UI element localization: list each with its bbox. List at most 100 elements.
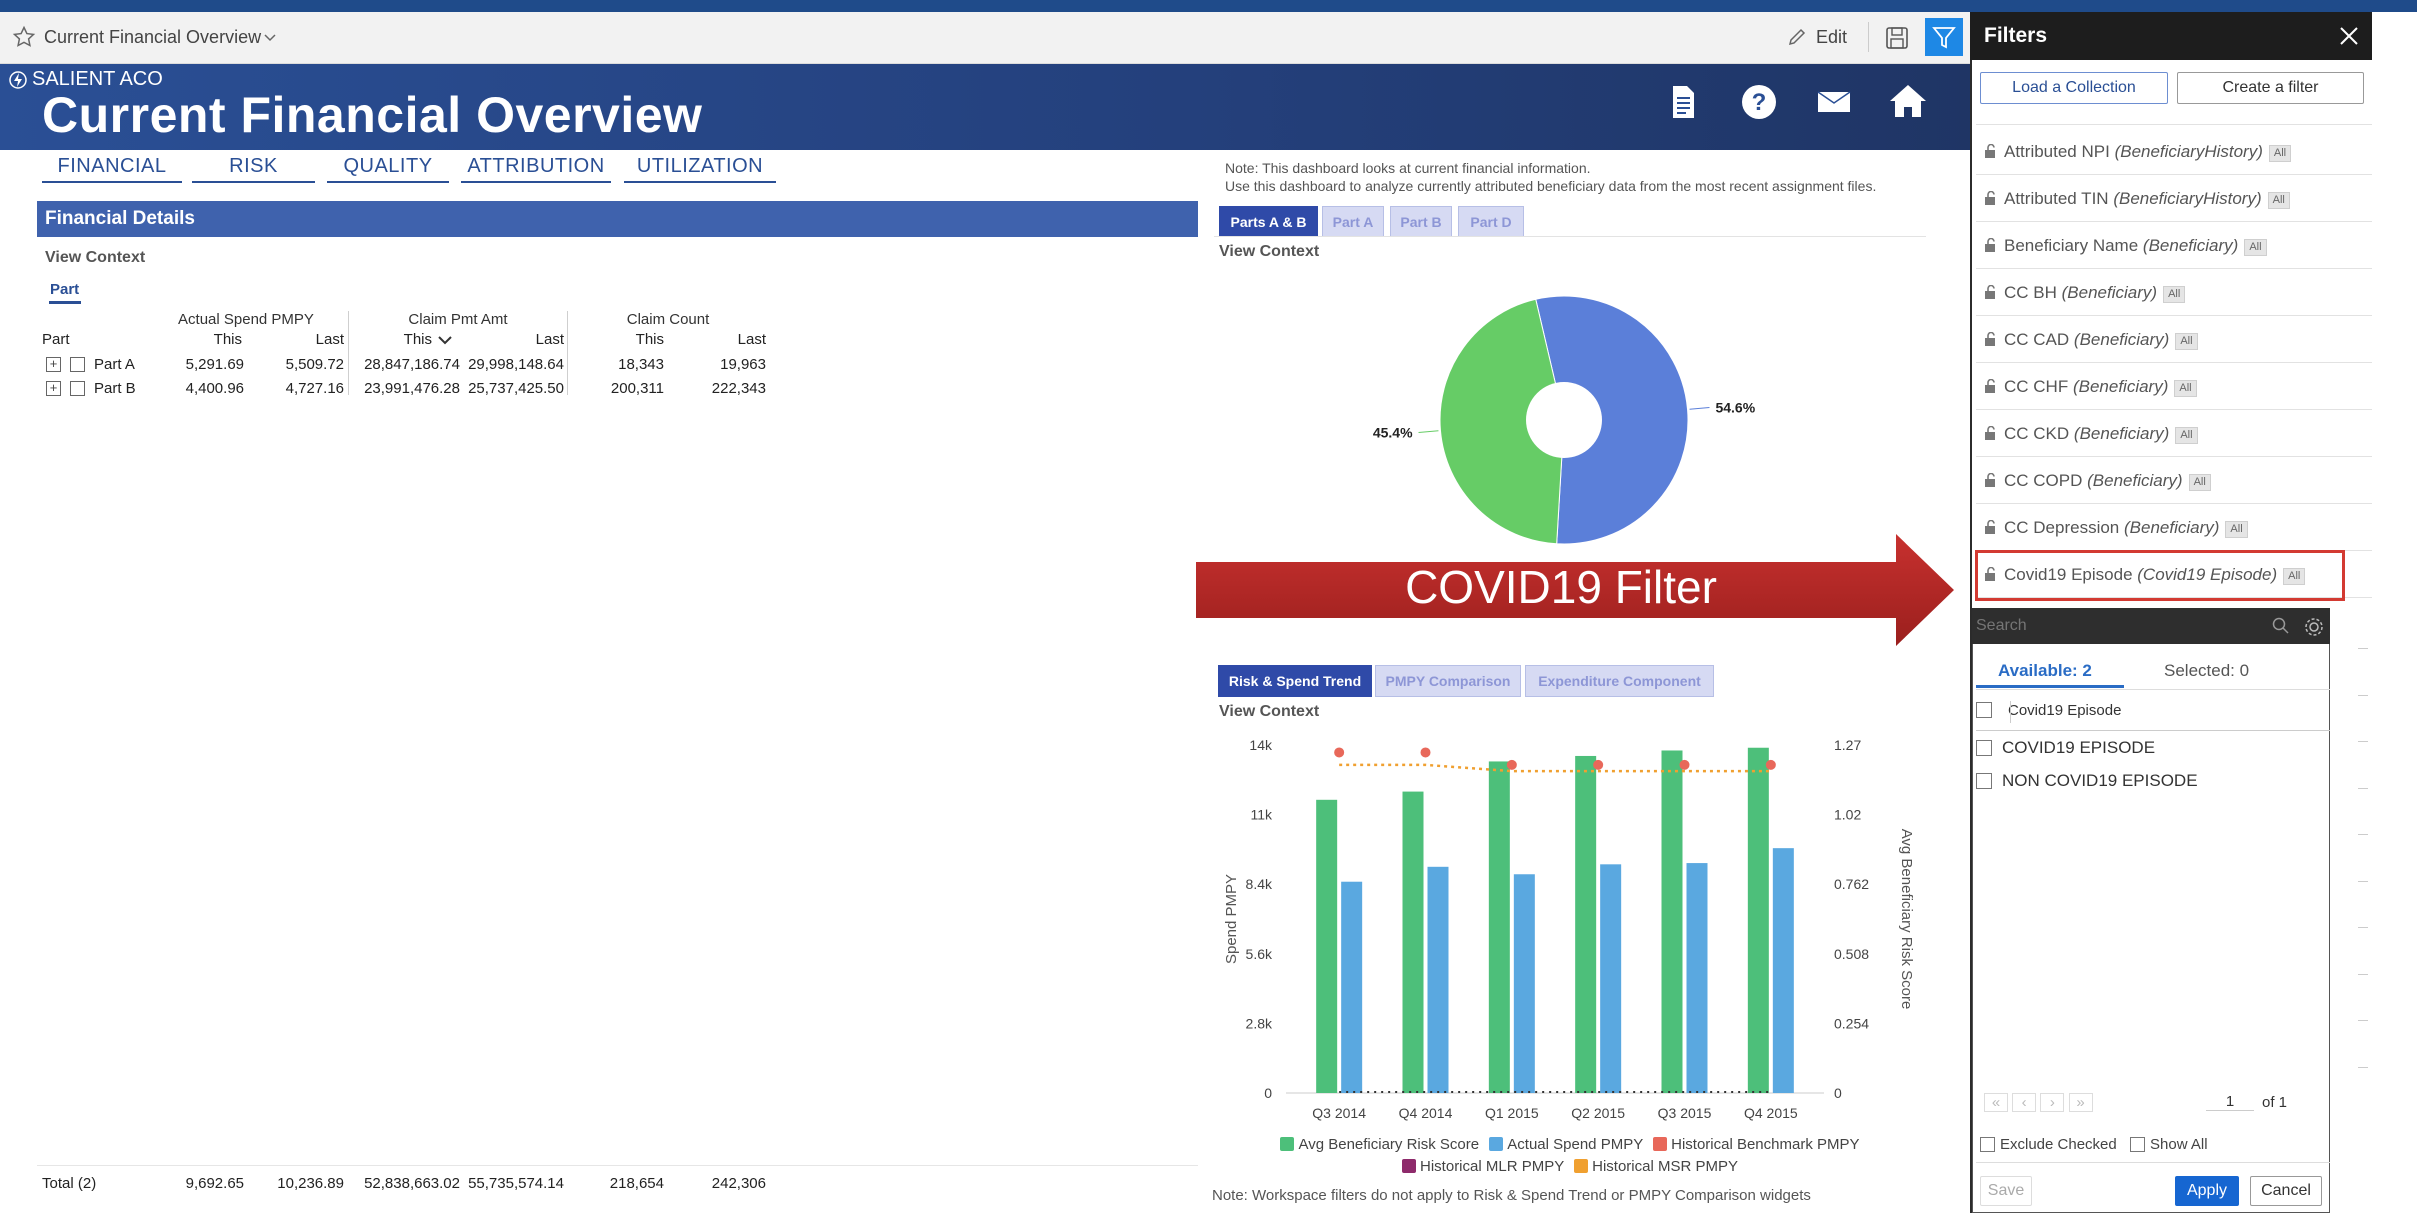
risk-score-bar [1316, 799, 1338, 1093]
apply-button[interactable]: Apply [2175, 1176, 2239, 1206]
option-checkbox[interactable] [1976, 773, 1992, 789]
option-covid19-episode[interactable]: COVID19 EPISODE [1976, 738, 2330, 758]
tab-divider [1976, 689, 2330, 690]
part-a-checkbox[interactable] [70, 357, 85, 372]
col-count-last[interactable]: Last [700, 331, 766, 348]
legend-item[interactable]: Avg Beneficiary Risk Score [1280, 1136, 1479, 1153]
option-non-covid19-episode[interactable]: NON COVID19 EPISODE [1976, 771, 2330, 791]
help-icon[interactable]: ? [1737, 80, 1781, 124]
available-tab[interactable]: Available: 2 [1998, 661, 2092, 681]
favorite-star-icon[interactable] [12, 25, 36, 49]
total-cell: 55,735,574.14 [468, 1175, 564, 1192]
divider-tick [2358, 974, 2368, 975]
dashboard-title-dropdown[interactable]: Current Financial Overview [44, 27, 261, 48]
filter-source: (Beneficiary) [2073, 330, 2170, 349]
create-filter-button[interactable]: Create a filter [2177, 72, 2364, 104]
y2-tick-label: 0.508 [1834, 946, 1869, 962]
filter-item[interactable]: CC COPD (Beneficiary) All [1976, 457, 2372, 504]
pie-view-context: View Context [1219, 243, 1320, 260]
tab-part-d[interactable]: Part D [1458, 206, 1524, 238]
search-icon[interactable] [2271, 616, 2291, 636]
gear-icon[interactable] [2303, 616, 2325, 638]
filter-item[interactable]: Attributed TIN (BeneficiaryHistory) All [1976, 175, 2372, 222]
chevron-down-icon[interactable] [262, 29, 278, 45]
filter-all-tag: All [2225, 521, 2248, 538]
total-label: Total (2) [42, 1175, 97, 1192]
risk-score-bar [1402, 791, 1424, 1093]
filter-item[interactable]: Attributed NPI (BeneficiaryHistory) All [1976, 128, 2372, 175]
page-input[interactable]: 1 [2206, 1093, 2254, 1111]
col-count-this[interactable]: This [600, 331, 664, 348]
filter-item[interactable]: CC Depression (Beneficiary) All [1976, 504, 2372, 551]
mail-icon[interactable] [1812, 80, 1856, 124]
col-pmt-last[interactable]: Last [480, 331, 564, 348]
filter-item[interactable]: CC BH (Beneficiary) All [1976, 269, 2372, 316]
select-all-checkbox[interactable] [1976, 702, 1992, 718]
expand-part-b-button[interactable]: + [46, 381, 61, 396]
edit-button[interactable]: Edit [1816, 27, 1847, 48]
next-page-button[interactable]: › [2040, 1093, 2065, 1112]
tab-part-a[interactable]: Part A [1322, 206, 1384, 238]
load-collection-button[interactable]: Load a Collection [1980, 72, 2168, 104]
show-all-option[interactable]: Show All [2130, 1136, 2208, 1153]
lock-icon [1984, 176, 1999, 205]
lock-icon [1984, 364, 1999, 393]
exclude-checked-option[interactable]: Exclude Checked [1980, 1136, 2117, 1153]
filter-toggle-button[interactable] [1925, 18, 1963, 56]
filters-header: Filters [1970, 12, 2372, 60]
part-b-checkbox[interactable] [70, 381, 85, 396]
tab-risk[interactable]: RISK [192, 155, 315, 183]
divider-tick [2358, 648, 2368, 649]
document-icon[interactable] [1661, 80, 1705, 124]
col-divider [348, 311, 349, 395]
tab-expenditure-component[interactable]: Expenditure Component [1525, 665, 1714, 697]
legend-item[interactable]: Historical MLR PMPY [1402, 1158, 1564, 1175]
pencil-icon[interactable] [1786, 26, 1808, 48]
y-tick-label: 8.4k [1246, 876, 1273, 892]
tab-part-b[interactable]: Part B [1390, 206, 1452, 238]
filter-item[interactable]: Beneficiary Name (Beneficiary) All [1976, 222, 2372, 269]
first-page-button[interactable]: « [1984, 1093, 2008, 1112]
home-icon[interactable] [1886, 80, 1930, 124]
tab-quality[interactable]: QUALITY [327, 155, 449, 183]
tab-risk-spend-trend[interactable]: Risk & Spend Trend [1218, 665, 1372, 697]
legend-item[interactable]: Historical MSR PMPY [1574, 1158, 1738, 1175]
tab-utilization[interactable]: UTILIZATION [624, 155, 776, 183]
dropdown-footer-divider [1976, 1162, 2330, 1163]
col-spend-last[interactable]: Last [270, 331, 344, 348]
pie-value-label: 54.6% [1715, 400, 1755, 416]
save-filter-button[interactable]: Save [1980, 1176, 2032, 1206]
filter-item[interactable]: CC CAD (Beneficiary) All [1976, 316, 2372, 363]
prev-page-button[interactable]: ‹ [2012, 1093, 2037, 1112]
column-header-row: Covid19 Episode [1976, 701, 2330, 723]
save-icon[interactable] [1884, 25, 1910, 51]
part-tab[interactable]: Part [50, 281, 79, 298]
page-title: Current Financial Overview [42, 87, 703, 143]
legend-item[interactable]: Actual Spend PMPY [1489, 1136, 1643, 1153]
total-cell: 52,838,663.02 [364, 1175, 460, 1192]
filter-name: Attributed TIN [2004, 189, 2109, 208]
tab-parts-ab[interactable]: Parts A & B [1219, 206, 1318, 238]
dropdown-search-input[interactable] [1976, 613, 2276, 639]
close-icon[interactable] [2336, 23, 2362, 49]
cancel-button[interactable]: Cancel [2250, 1176, 2322, 1206]
tab-pmpy-comparison[interactable]: PMPY Comparison [1375, 665, 1521, 697]
filter-name: CC CHF [2004, 377, 2069, 396]
sort-desc-icon[interactable] [437, 333, 453, 347]
last-page-button[interactable]: » [2068, 1093, 2093, 1112]
actual-spend-bar [1600, 864, 1622, 1093]
filter-item[interactable]: CC CKD (Beneficiary) All [1976, 410, 2372, 457]
tab-attribution[interactable]: ATTRIBUTION [461, 155, 611, 183]
selected-tab[interactable]: Selected: 0 [2164, 661, 2249, 681]
dashboard-toolbar: Current Financial Overview Edit [0, 12, 1970, 64]
col-spend-this[interactable]: This [170, 331, 242, 348]
expand-part-a-button[interactable]: + [46, 357, 61, 372]
col-pmt-this[interactable]: This [370, 331, 432, 348]
option-checkbox[interactable] [1976, 740, 1992, 756]
filter-source: (Beneficiary) [2142, 236, 2239, 255]
filter-value-dropdown [1972, 608, 2330, 1213]
actual-spend-bar [1772, 848, 1794, 1093]
tab-financial[interactable]: FINANCIAL [42, 155, 182, 183]
legend-item[interactable]: Historical Benchmark PMPY [1653, 1136, 1860, 1153]
filter-item[interactable]: CC CHF (Beneficiary) All [1976, 363, 2372, 410]
